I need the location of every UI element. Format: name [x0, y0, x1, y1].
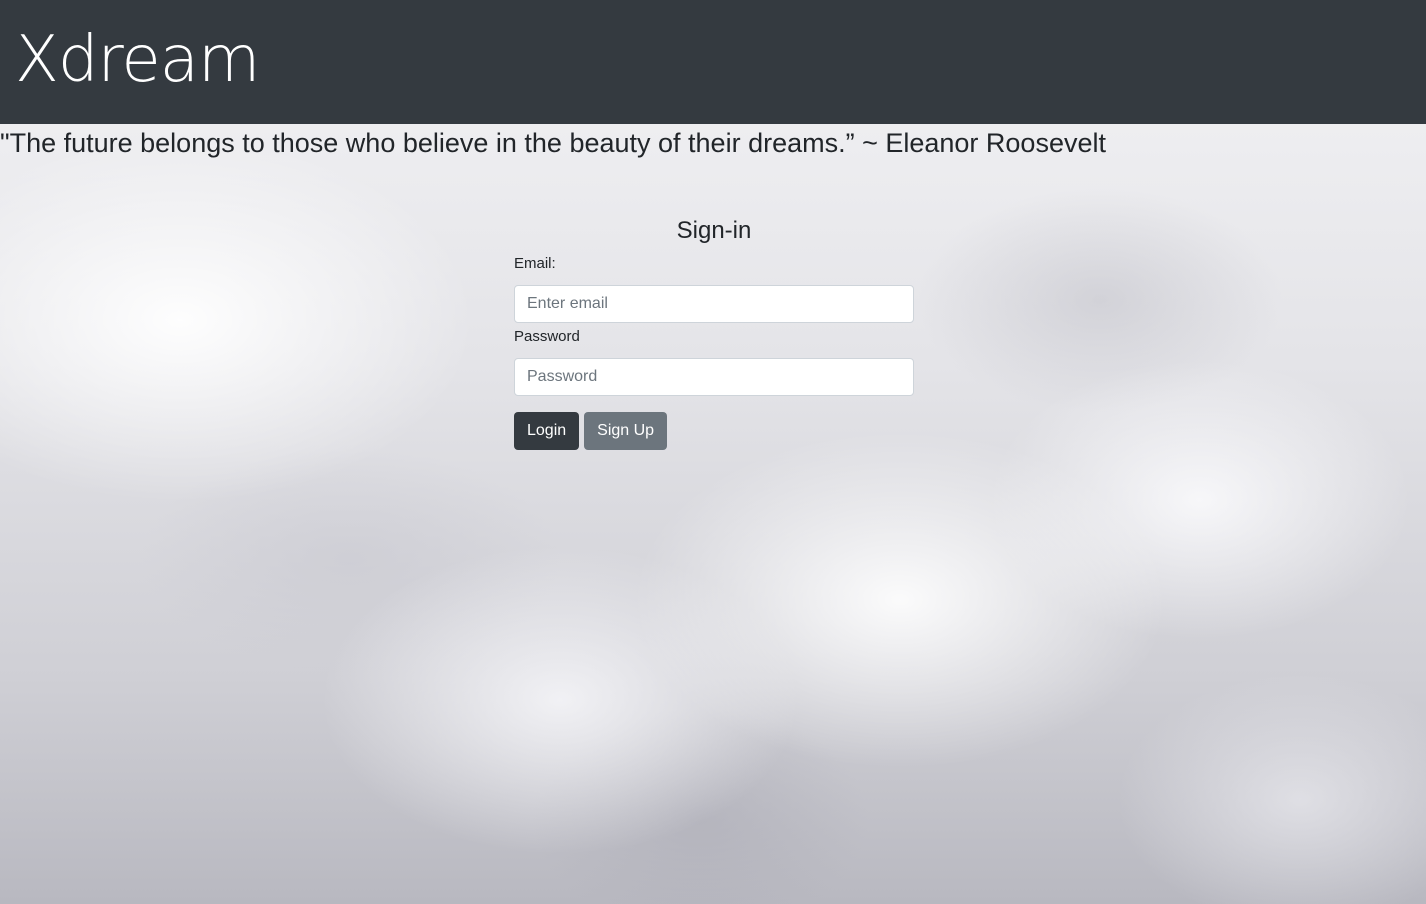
email-label: Email:: [514, 255, 556, 272]
login-button[interactable]: Login: [514, 412, 580, 450]
navbar: Xdream: [0, 0, 1426, 124]
button-group: Login Sign Up: [514, 412, 914, 450]
password-label: Password: [514, 328, 580, 345]
brand-logo[interactable]: Xdream: [15, 20, 260, 100]
quote-text: "The future belongs to those who believe…: [0, 128, 1106, 158]
signin-form: Sign-in Email: Password Login Sign Up: [514, 212, 914, 450]
signup-button[interactable]: Sign Up: [584, 412, 668, 450]
email-field[interactable]: [514, 285, 914, 323]
password-field[interactable]: [514, 358, 914, 396]
form-title: Sign-in: [676, 217, 752, 244]
